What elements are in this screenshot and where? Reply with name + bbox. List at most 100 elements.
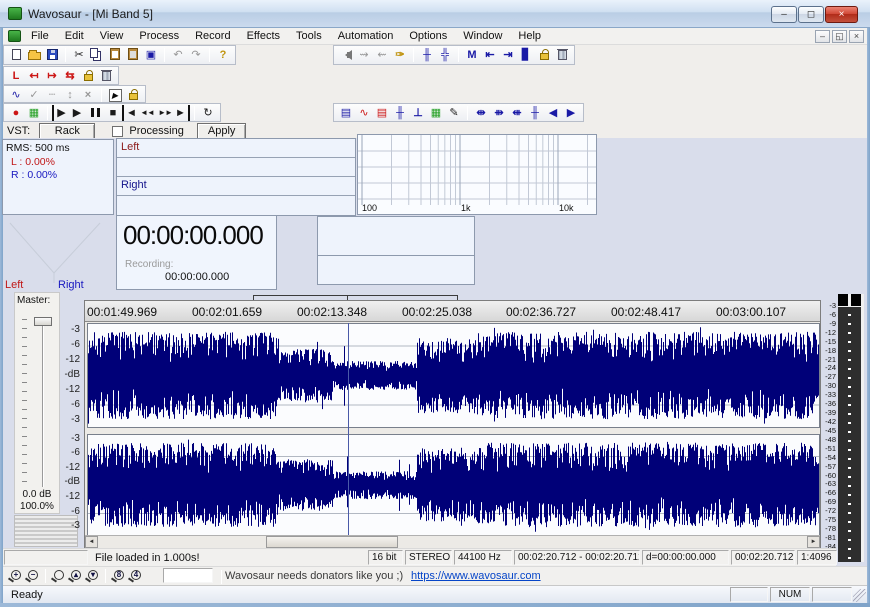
duplicate-icon[interactable]: ▤ [373, 105, 391, 121]
pencil-icon[interactable]: ✎ [445, 105, 463, 121]
envelope-clear-icon[interactable]: × [79, 87, 97, 103]
zoom-marker-a-icon[interactable]: ⇹ [472, 105, 490, 121]
menu-view[interactable]: View [92, 28, 132, 45]
loop-delete-icon[interactable] [97, 68, 115, 84]
zoom-vertical-out-icon[interactable]: ▾ [84, 568, 101, 584]
undo-icon[interactable]: ↶ [169, 47, 187, 63]
mdi-minimize-button[interactable]: – [815, 30, 830, 43]
marker-set-icon[interactable]: M [463, 47, 481, 63]
lock-icon[interactable] [535, 47, 553, 63]
cable-in-icon[interactable]: ⇝ [355, 47, 373, 63]
play-from-cursor-icon[interactable]: ▶ [52, 105, 68, 121]
master-slider-track[interactable] [42, 319, 44, 487]
copy-icon[interactable] [88, 47, 106, 63]
envelope-vertical-icon[interactable]: ↕ [61, 87, 79, 103]
menu-window[interactable]: Window [455, 28, 510, 45]
menu-help[interactable]: Help [510, 28, 549, 45]
mdi-restore-button[interactable]: ◱ [832, 30, 847, 43]
meter-scale-label: -21 [814, 356, 836, 364]
donation-link[interactable]: https://www.wavosaur.com [411, 570, 541, 582]
loop-prev-icon[interactable]: ↤ [25, 68, 43, 84]
vst-processing-checkbox[interactable] [112, 126, 123, 137]
cut-icon[interactable]: ✂ [70, 47, 88, 63]
zoom-preset-4-icon[interactable]: 4 [127, 568, 144, 584]
menu-process[interactable]: Process [131, 28, 187, 45]
menu-effects[interactable]: Effects [239, 28, 288, 45]
menu-record[interactable]: Record [187, 28, 238, 45]
next-view-icon[interactable]: ▶ [562, 105, 580, 121]
menu-file[interactable]: File [23, 28, 57, 45]
marker-next-icon[interactable]: ⇥ [499, 47, 517, 63]
maximize-button[interactable]: ◻ [798, 6, 824, 23]
dc-offset-icon[interactable]: ⊥ [409, 105, 427, 121]
scrollbar-thumb[interactable] [266, 536, 398, 548]
clip-indicator-right[interactable] [851, 294, 861, 306]
timeline-ruler[interactable]: 00:01:49.969 00:02:01.659 00:02:13.348 0… [85, 301, 820, 322]
close-button[interactable]: × [825, 6, 858, 23]
pause-icon[interactable] [86, 105, 104, 121]
stop-icon[interactable]: ■ [104, 105, 122, 121]
zoom-in-icon[interactable]: + [7, 568, 24, 584]
rewind-icon[interactable]: ◄◄ [138, 105, 156, 121]
sliders-icon[interactable]: ╫ [391, 105, 409, 121]
envelope-curve-icon[interactable]: ∿ [7, 87, 25, 103]
insert-icon[interactable]: ▤ [337, 105, 355, 121]
envelope-lock-icon[interactable] [124, 87, 142, 103]
horizontal-scrollbar[interactable]: ◄ ► [85, 535, 820, 548]
marker-grid-icon[interactable]: ╬ [436, 47, 454, 63]
waveform-channel-right[interactable] [87, 434, 820, 536]
loop-point-icon[interactable]: L [7, 68, 25, 84]
marker-block-icon[interactable]: ▊ [517, 47, 535, 63]
paste-special-icon[interactable] [124, 47, 142, 63]
scroll-left-arrow[interactable]: ◄ [85, 536, 98, 548]
loop-lock-icon[interactable] [79, 68, 97, 84]
loop-swap-icon[interactable]: ⇆ [61, 68, 79, 84]
play-icon[interactable]: ▶ [68, 105, 86, 121]
envelope-dots-icon[interactable]: ┄ [43, 87, 61, 103]
envelope-apply-icon[interactable]: ✓ [25, 87, 43, 103]
delete-markers-icon[interactable] [553, 47, 571, 63]
minimize-button[interactable]: – [771, 6, 797, 23]
menu-automation[interactable]: Automation [330, 28, 402, 45]
master-slider-handle[interactable] [34, 317, 52, 326]
menu-options[interactable]: Options [401, 28, 455, 45]
zoom-preset-8-icon[interactable]: 8 [110, 568, 127, 584]
trim-icon[interactable]: ▣ [142, 47, 160, 63]
help-icon[interactable]: ? [214, 47, 232, 63]
envelope-play-icon[interactable]: ▶ [106, 87, 124, 103]
clip-indicator-left[interactable] [838, 294, 848, 306]
new-file-icon[interactable] [7, 47, 25, 63]
open-file-icon[interactable] [25, 47, 43, 63]
forward-icon[interactable]: ►► [156, 105, 174, 121]
menu-edit[interactable]: Edit [57, 28, 92, 45]
loop-playback-icon[interactable]: ↻ [199, 105, 217, 121]
document-icon[interactable] [8, 30, 21, 42]
prev-view-icon[interactable]: ◀ [544, 105, 562, 121]
paste-icon[interactable] [106, 47, 124, 63]
statistics-icon[interactable]: ∿ [355, 105, 373, 121]
record-icon[interactable]: ● [7, 105, 25, 121]
menu-tools[interactable]: Tools [288, 28, 330, 45]
marker-pair-icon[interactable]: ╫ [418, 47, 436, 63]
zoom-marker-c-icon[interactable]: ⇺ [508, 105, 526, 121]
tool-icon[interactable]: ✑ [391, 47, 409, 63]
grid-icon[interactable]: ▦ [427, 105, 445, 121]
waveform-channel-left[interactable] [87, 323, 820, 428]
monitor-icon[interactable]: ▦ [25, 105, 43, 121]
speaker-icon[interactable] [337, 47, 355, 63]
go-to-end-icon[interactable]: ► [174, 105, 190, 121]
zoom-marker-b-icon[interactable]: ⇻ [490, 105, 508, 121]
zoom-marker-d-icon[interactable]: ╫ [526, 105, 544, 121]
go-to-start-icon[interactable]: ◄ [122, 105, 138, 121]
zoom-out-icon[interactable]: − [24, 568, 41, 584]
marker-prev-icon[interactable]: ⇤ [481, 47, 499, 63]
mdi-close-button[interactable]: × [849, 30, 864, 43]
title-bar[interactable]: Wavosaur - [Mi Band 5] – ◻ × [0, 0, 870, 28]
loop-next-icon[interactable]: ↦ [43, 68, 61, 84]
save-file-icon[interactable] [43, 47, 61, 63]
zoom-selection-icon[interactable] [50, 568, 67, 584]
cable-out-icon[interactable]: ⇜ [373, 47, 391, 63]
zoom-vertical-in-icon[interactable]: ▴ [67, 568, 84, 584]
redo-icon[interactable]: ↷ [187, 47, 205, 63]
resize-grip[interactable] [853, 589, 866, 602]
